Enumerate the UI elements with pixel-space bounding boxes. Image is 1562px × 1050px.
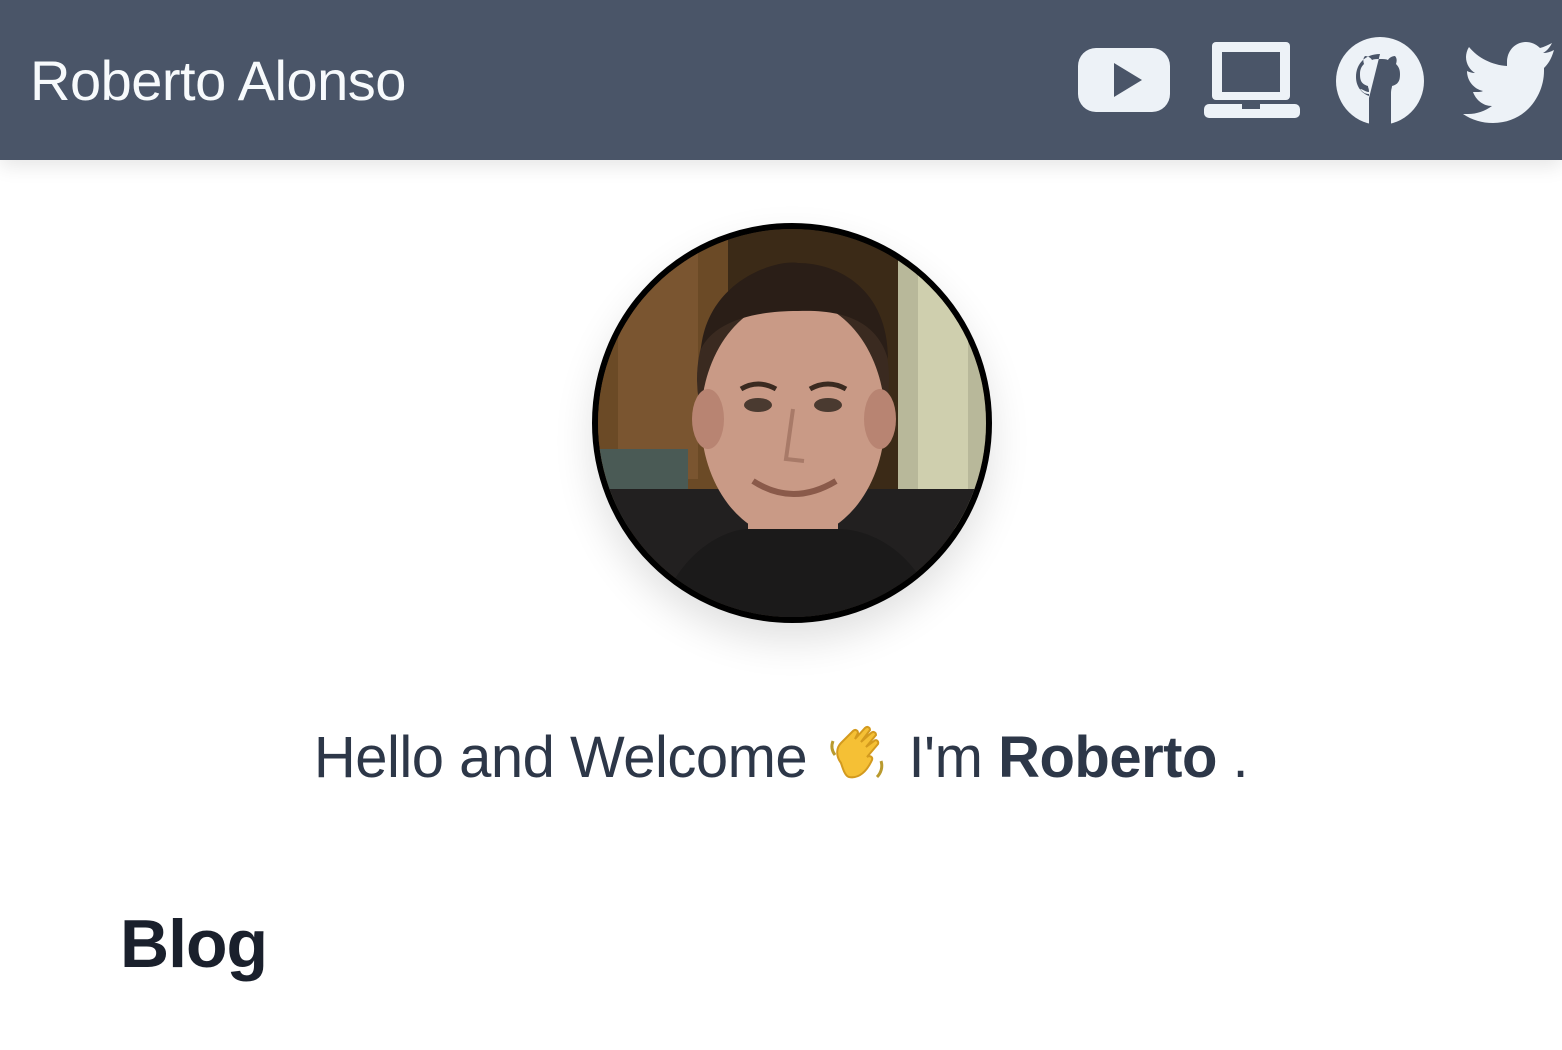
twitter-link[interactable] <box>1460 36 1556 126</box>
laptop-link[interactable] <box>1202 36 1302 126</box>
welcome-message: Hello and Welcome I'm Roberto . <box>0 722 1562 802</box>
twitter-icon <box>1463 42 1554 123</box>
greeting-period: . <box>1232 725 1249 790</box>
youtube-icon <box>1078 48 1170 112</box>
owner-name: Roberto <box>998 725 1217 790</box>
blog-heading: Blog <box>120 906 268 982</box>
site-title-link[interactable]: Roberto Alonso <box>30 48 406 114</box>
im-text: I'm <box>908 725 983 790</box>
github-icon <box>1336 37 1424 125</box>
github-link[interactable] <box>1332 36 1428 126</box>
profile-photo <box>598 229 986 617</box>
top-navbar: Roberto Alonso <box>0 0 1562 160</box>
waving-hand-icon <box>827 723 889 802</box>
laptop-icon <box>1204 42 1300 118</box>
profile-avatar <box>592 223 992 623</box>
youtube-link[interactable] <box>1076 36 1172 126</box>
welcome-text: Hello and Welcome <box>313 725 808 790</box>
